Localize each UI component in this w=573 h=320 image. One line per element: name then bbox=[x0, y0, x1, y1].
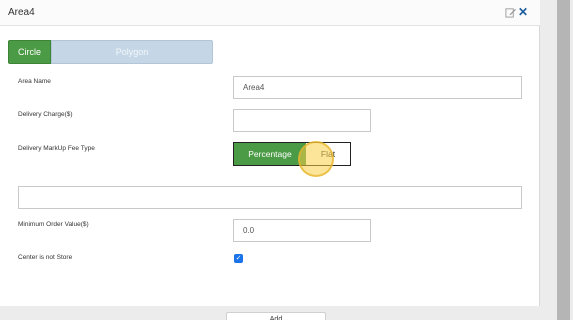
check-icon: ✓ bbox=[235, 255, 242, 262]
markup-fee-type-label: Delivery MarkUp Fee Type bbox=[18, 145, 95, 152]
tab-polygon[interactable]: Polygon bbox=[51, 40, 213, 64]
markup-value-input[interactable] bbox=[18, 186, 522, 209]
panel-header: Area4 ✕ bbox=[0, 0, 540, 26]
min-order-input[interactable]: 0.0 bbox=[233, 219, 371, 242]
scrollbar-thumb[interactable] bbox=[557, 0, 570, 320]
tab-circle[interactable]: Circle bbox=[8, 40, 51, 64]
add-button[interactable]: Add bbox=[226, 312, 326, 320]
delivery-charge-input[interactable] bbox=[233, 109, 371, 132]
min-order-label: Minimum Order Value($) bbox=[18, 221, 89, 228]
center-not-store-label: Center is not Store bbox=[18, 254, 73, 261]
area-name-label: Area Name bbox=[18, 78, 51, 85]
area-panel: Area4 ✕ Circle Polygon Area Name Area4 D… bbox=[0, 0, 540, 306]
area-name-input[interactable]: Area4 bbox=[233, 76, 522, 99]
percentage-option[interactable]: Percentage bbox=[234, 143, 306, 165]
center-not-store-checkbox[interactable]: ✓ bbox=[234, 254, 243, 263]
cursor-highlight bbox=[298, 141, 334, 177]
close-icon[interactable]: ✕ bbox=[518, 5, 528, 19]
panel-title: Area4 bbox=[8, 7, 35, 18]
delivery-charge-label: Delivery Charge($) bbox=[18, 111, 73, 118]
edit-icon[interactable] bbox=[505, 7, 516, 18]
